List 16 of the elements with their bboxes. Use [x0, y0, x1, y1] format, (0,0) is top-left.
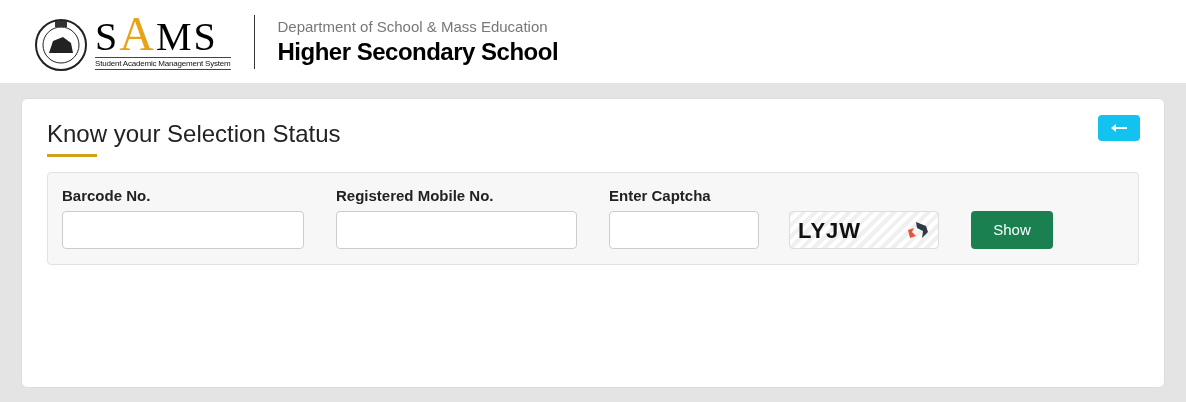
input-field[interactable] — [609, 211, 759, 249]
field-label: Enter Captcha — [609, 187, 712, 205]
department-name: Department of School & Mass Education — [277, 16, 549, 37]
refresh-icon[interactable] — [906, 220, 930, 240]
logo-wordmark: SAMS — [95, 13, 219, 57]
field-label: Registered Mobile No. — [336, 187, 495, 205]
site-title: Higher Secondary School — [277, 36, 559, 67]
page-heading: Know your Selection Status — [47, 119, 341, 149]
field-label: Barcode No. — [62, 187, 152, 205]
back-button[interactable] — [1098, 115, 1140, 141]
left-arrow-icon — [1111, 124, 1127, 132]
logo-subtitle: Student Academic Management System — [95, 56, 231, 70]
show-button[interactable]: Show — [971, 211, 1053, 249]
input-field[interactable] — [336, 211, 577, 249]
input-field[interactable] — [62, 211, 304, 249]
captcha-text: LYJW — [798, 216, 862, 245]
